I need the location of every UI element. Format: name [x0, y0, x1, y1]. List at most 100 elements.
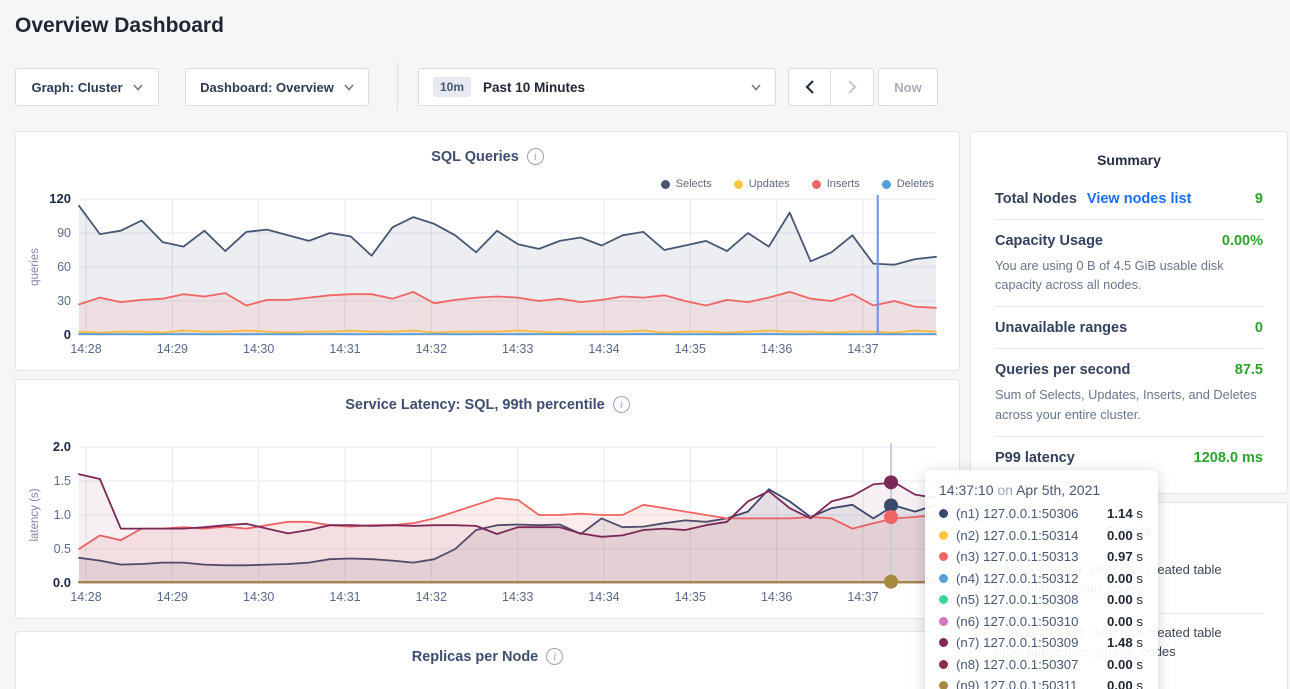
series-color-dot [939, 531, 948, 540]
dashboard-dropdown-label: Dashboard: Overview [200, 80, 334, 95]
hover-marker-n9 [884, 575, 898, 589]
stat-description: You are using 0 B of 4.5 GiB usable disk… [995, 256, 1263, 294]
y-axis-label: queries [29, 248, 41, 286]
y-axis-tick: 2.0 [53, 440, 71, 454]
tooltip-row-n5: (n5) 127.0.0.1:503080.00 s [939, 589, 1144, 611]
info-icon[interactable]: i [613, 396, 630, 413]
chevron-down-icon [344, 84, 354, 91]
summary-stat-total-nodes: Total NodesView nodes list9 [995, 178, 1263, 220]
summary-heading: Summary [971, 132, 1287, 168]
tooltip-node-value: 0.00 s [1107, 528, 1143, 543]
info-icon[interactable]: i [527, 148, 544, 165]
legend-item-deletes: Deletes [882, 178, 934, 190]
tooltip-node-value: 0.00 s [1107, 614, 1143, 629]
series-color-dot [939, 617, 948, 626]
sql-queries-legend: SelectsUpdatesInsertsDeletes [661, 178, 934, 190]
chevron-down-icon [751, 84, 761, 91]
x-axis-tick: 14:35 [675, 342, 706, 356]
controls-divider [397, 62, 398, 110]
y-axis-tick: 1.5 [54, 474, 71, 488]
x-axis-tick: 14:36 [761, 590, 792, 604]
replicas-per-node-title: Replicas per Node [412, 649, 539, 665]
time-range-label: Past 10 Minutes [483, 80, 585, 95]
y-axis-tick: 1.0 [54, 508, 71, 522]
stat-label: Queries per second [995, 362, 1130, 378]
legend-item-inserts: Inserts [812, 178, 860, 190]
time-range-badge: 10m [433, 77, 471, 97]
series-color-dot [939, 552, 948, 561]
graph-dropdown-label: Graph: Cluster [31, 80, 122, 95]
tooltip-row-n6: (n6) 127.0.0.1:503100.00 s [939, 611, 1144, 633]
tooltip-row-n7: (n7) 127.0.0.1:503091.48 s [939, 632, 1144, 654]
x-axis-tick: 14:37 [847, 342, 878, 356]
x-axis-tick: 14:34 [588, 342, 619, 356]
tooltip-node-value: 0.00 s [1107, 571, 1143, 586]
stat-label: Unavailable ranges [995, 320, 1127, 336]
service-latency-card: Service Latency: SQL, 99th percentile i … [15, 379, 960, 619]
service-latency-chart[interactable]: 14:2814:2914:3014:3114:3214:3314:3414:35… [16, 440, 961, 612]
y-axis-tick: 90 [57, 226, 71, 240]
summary-stat-capacity-usage: Capacity Usage0.00%You are using 0 B of … [995, 220, 1263, 307]
series-color-dot [939, 638, 948, 647]
sql-queries-title: SQL Queries [431, 149, 519, 165]
tooltip-node-value: 0.00 s [1107, 678, 1143, 689]
chevron-down-icon [133, 84, 143, 91]
x-axis-tick: 14:29 [157, 342, 188, 356]
graph-dropdown[interactable]: Graph: Cluster [15, 68, 159, 106]
y-axis-tick: 120 [49, 192, 71, 206]
summary-stat-queries-per-second: Queries per second 87.5 Sum of Selects, Up… [995, 349, 1263, 436]
y-axis-tick: 0.0 [53, 575, 71, 590]
replicas-per-node-card: Replicas per Node i [15, 631, 960, 689]
stat-label: Total Nodes [995, 191, 1077, 207]
tooltip-node-value: 1.14 s [1107, 506, 1143, 521]
service-latency-title: Service Latency: SQL, 99th percentile [345, 397, 605, 413]
x-axis-tick: 14:30 [243, 342, 274, 356]
time-back-button[interactable] [788, 68, 831, 106]
tooltip-node-label: (n9) 127.0.0.1:50311 [956, 678, 1107, 689]
tooltip-node-label: (n1) 127.0.0.1:50306 [956, 506, 1107, 521]
x-axis-tick: 14:28 [70, 590, 101, 604]
series-color-dot [939, 660, 948, 669]
series-color-dot [939, 595, 948, 604]
dashboard-dropdown[interactable]: Dashboard: Overview [185, 68, 369, 106]
series-color-dot [939, 509, 948, 518]
tooltip-row-n2: (n2) 127.0.0.1:503140.00 s [939, 525, 1144, 547]
tooltip-timestamp: 14:37:10 on Apr 5th, 2021 [939, 482, 1144, 498]
sql-queries-chart[interactable]: 14:2814:2914:3014:3114:3214:3314:3414:35… [16, 192, 961, 364]
legend-item-selects: Selects [661, 178, 712, 190]
info-icon[interactable]: i [546, 648, 563, 665]
y-axis-tick: 0 [64, 327, 71, 342]
tooltip-node-value: 0.00 s [1107, 592, 1143, 607]
stat-value: 87.5 [1235, 362, 1263, 378]
legend-dot [882, 180, 891, 189]
tooltip-node-label: (n5) 127.0.0.1:50308 [956, 592, 1107, 607]
tooltip-node-label: (n7) 127.0.0.1:50309 [956, 635, 1107, 650]
time-range-dropdown[interactable]: 10m Past 10 Minutes [418, 68, 776, 106]
legend-dot [661, 180, 670, 189]
y-axis-tick: 30 [57, 294, 71, 308]
now-button[interactable]: Now [878, 68, 938, 106]
summary-panel: Summary Total NodesView nodes list9Capac… [970, 131, 1288, 494]
stat-description: Sum of Selects, Updates, Inserts, and De… [995, 385, 1263, 423]
y-axis-label: latency (s) [29, 488, 41, 541]
series-color-dot [939, 574, 948, 583]
x-axis-tick: 14:36 [761, 342, 792, 356]
sql-queries-card: SQL Queries i SelectsUpdatesInsertsDelet… [15, 131, 960, 371]
x-axis-tick: 14:28 [70, 342, 101, 356]
x-axis-tick: 14:33 [502, 342, 533, 356]
x-axis-tick: 14:31 [329, 590, 360, 604]
chevron-right-icon [846, 79, 858, 95]
chevron-left-icon [804, 79, 816, 95]
x-axis-tick: 14:30 [243, 590, 274, 604]
x-axis-tick: 14:32 [416, 590, 447, 604]
legend-dot [734, 180, 743, 189]
tooltip-node-label: (n2) 127.0.0.1:50314 [956, 528, 1107, 543]
page-title: Overview Dashboard [15, 14, 224, 38]
x-axis-tick: 14:33 [502, 590, 533, 604]
tooltip-node-value: 1.48 s [1107, 635, 1143, 650]
view-nodes-list-link[interactable]: View nodes list [1087, 191, 1192, 207]
tooltip-node-label: (n8) 127.0.0.1:50307 [956, 657, 1107, 672]
time-forward-button[interactable] [831, 68, 874, 106]
tooltip-node-value: 0.00 s [1107, 657, 1143, 672]
stat-label: Capacity Usage [995, 233, 1103, 249]
